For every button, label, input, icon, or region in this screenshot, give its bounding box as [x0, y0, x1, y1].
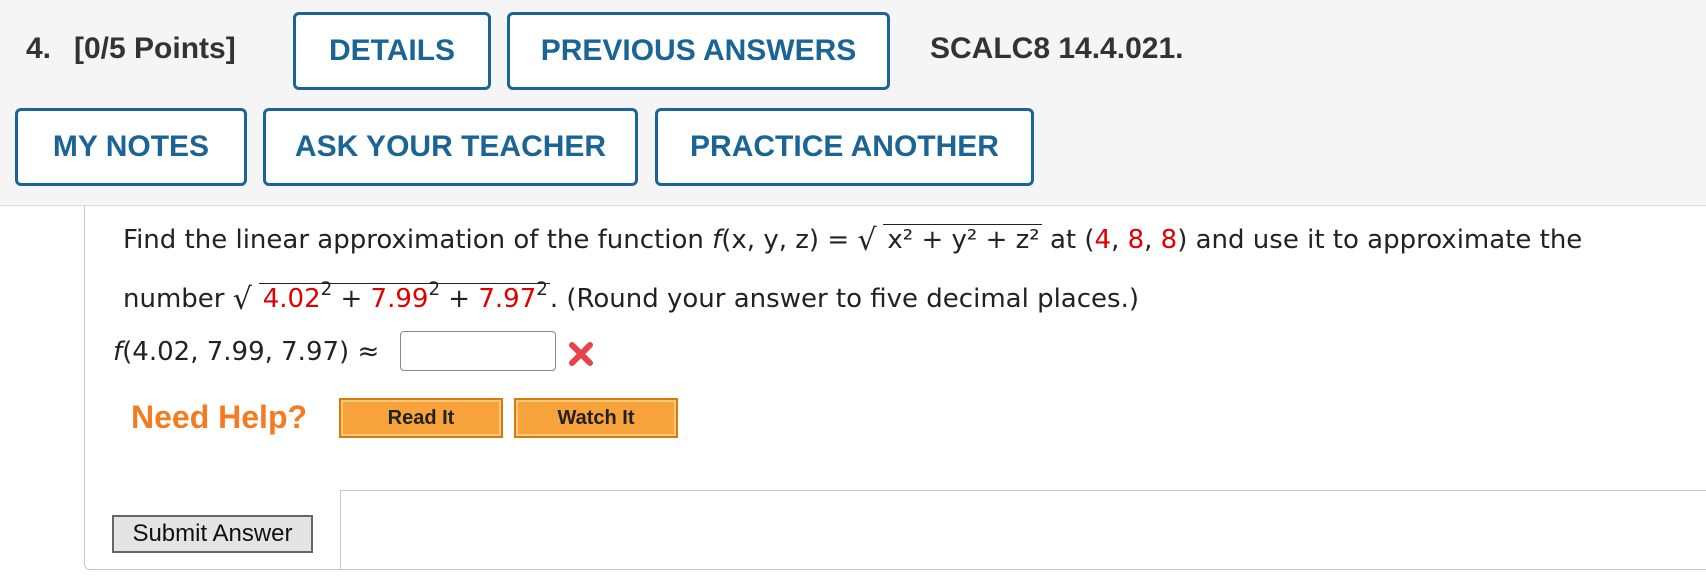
point-y: 8 — [1127, 225, 1145, 255]
answer-label-f: f — [113, 337, 123, 367]
details-button[interactable]: DETAILS — [293, 12, 491, 90]
number-c: 7.97 — [478, 284, 537, 314]
question-intro: Find the linear approximation of the fun… — [123, 225, 713, 255]
number-radicand: 4.022 + 7.992 + 7.972 — [258, 281, 550, 314]
submit-answer-button[interactable]: Submit Answer — [112, 515, 313, 553]
exponent-a: 2 — [320, 279, 333, 301]
function-name: f — [712, 225, 722, 255]
exponent-c: 2 — [536, 279, 548, 301]
panel-footer-divider — [340, 490, 1706, 570]
point-x: 4 — [1094, 225, 1112, 255]
question-header: 4. [0/5 Points] DETAILS PREVIOUS ANSWERS… — [0, 0, 1706, 206]
rounding-instruction: . (Round your answer to five decimal pla… — [549, 284, 1139, 314]
read-it-button[interactable]: Read It — [339, 398, 503, 438]
number-a: 4.02 — [262, 284, 321, 314]
point-comma-1: , — [1111, 225, 1128, 255]
answer-label-args: (4.02, 7.99, 7.97) ≈ — [122, 337, 380, 367]
number-b: 7.99 — [370, 284, 429, 314]
radical-sign-2: √ — [232, 282, 252, 317]
radical-sign: √ — [857, 223, 877, 258]
answer-label: f(4.02, 7.99, 7.97) ≈ — [113, 336, 379, 368]
number-sqrt: √ 4.022 + 7.992 + 7.972 — [232, 281, 550, 317]
problem-code: SCALC8 14.4.021. — [930, 32, 1184, 65]
points-score: [0/5 Points] — [74, 32, 236, 65]
point-z: 8 — [1160, 225, 1178, 255]
function-args: (x, y, z) = — [721, 225, 858, 255]
my-notes-button[interactable]: MY NOTES — [15, 108, 247, 186]
plus-1: + — [332, 284, 371, 314]
question-line-2: number √ 4.022 + 7.992 + 7.972. (Round yo… — [123, 281, 1139, 317]
answer-input[interactable] — [400, 331, 556, 371]
red-x-icon — [569, 342, 593, 366]
previous-answers-button[interactable]: PREVIOUS ANSWERS — [507, 12, 890, 90]
point-comma-2: , — [1144, 225, 1161, 255]
function-radicand: x² + y² + z² — [883, 224, 1042, 255]
practice-another-button[interactable]: PRACTICE ANOTHER — [655, 108, 1034, 186]
question-line-1: Find the linear approximation of the fun… — [123, 224, 1582, 256]
ask-your-teacher-button[interactable]: ASK YOUR TEACHER — [263, 108, 638, 186]
question-number: 4. — [26, 32, 52, 65]
at-text: at ( — [1041, 225, 1095, 255]
number-text: number — [123, 284, 233, 314]
plus-2: + — [440, 284, 479, 314]
after-point-text: ) and use it to approximate the — [1177, 225, 1583, 255]
watch-it-button[interactable]: Watch It — [514, 398, 678, 438]
exponent-b: 2 — [428, 279, 441, 301]
need-help-label: Need Help? — [131, 399, 308, 435]
function-sqrt: √ x² + y² + z² — [857, 223, 1042, 258]
